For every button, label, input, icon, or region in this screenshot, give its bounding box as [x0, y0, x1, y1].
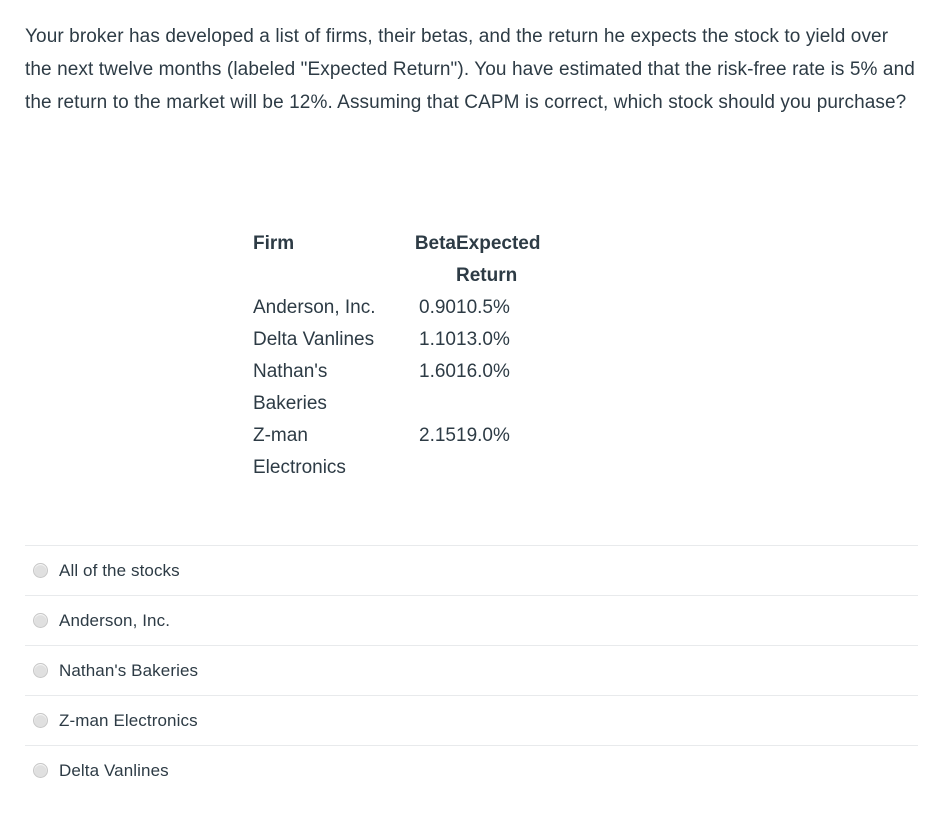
radio-button-icon[interactable]	[33, 713, 48, 728]
answer-option-label: Anderson, Inc.	[59, 610, 171, 630]
answer-options-list: All of the stocks Anderson, Inc. Nathan'…	[25, 545, 918, 795]
radio-button-icon[interactable]	[33, 763, 48, 778]
column-header-beta: Beta	[414, 233, 456, 254]
cell-beta: 0.90	[419, 297, 456, 318]
column-header-expected-return: Expected Return	[456, 228, 576, 292]
table-header-row: Firm Beta Expected Return	[253, 228, 576, 292]
column-header-firm: Firm	[253, 233, 295, 254]
cell-firm: Delta Vanlines	[253, 329, 375, 350]
column-header-expected-return-line1: Expected	[456, 233, 541, 254]
radio-button-icon[interactable]	[33, 613, 48, 628]
answer-option-anderson-inc[interactable]: Anderson, Inc.	[25, 595, 918, 645]
answer-option-z-man-electronics[interactable]: Z-man Electronics	[25, 695, 918, 745]
answer-option-label: Z-man Electronics	[59, 710, 198, 730]
firm-beta-table-wrapper: Firm Beta Expected Return Anderson, Inc.…	[253, 228, 673, 484]
cell-expected-return: 13.0%	[456, 329, 510, 350]
answer-option-label: Nathan's Bakeries	[59, 660, 199, 680]
answer-option-label: Delta Vanlines	[59, 760, 169, 780]
question-block: Your broker has developed a list of firm…	[25, 20, 920, 119]
column-header-expected-return-line2: Return	[456, 265, 518, 286]
table-body: Anderson, Inc. 0.90 10.5% Delta Vanlines…	[253, 292, 576, 484]
cell-expected-return: 10.5%	[456, 297, 510, 318]
answer-option-label: All of the stocks	[59, 560, 180, 580]
cell-beta: 1.10	[419, 329, 456, 350]
radio-button-icon[interactable]	[33, 663, 48, 678]
radio-button-icon[interactable]	[33, 563, 48, 578]
table-row: Delta Vanlines 1.10 13.0%	[253, 324, 576, 356]
cell-expected-return: 16.0%	[456, 361, 510, 382]
cell-firm: Z-man Electronics	[253, 425, 346, 478]
table-row: Anderson, Inc. 0.90 10.5%	[253, 292, 576, 324]
cell-firm: Nathan's Bakeries	[253, 361, 328, 414]
cell-beta: 1.60	[419, 361, 456, 382]
cell-expected-return: 19.0%	[456, 425, 510, 446]
cell-firm: Anderson, Inc.	[253, 297, 376, 318]
cell-beta: 2.15	[419, 425, 456, 446]
answer-option-delta-vanlines[interactable]: Delta Vanlines	[25, 745, 918, 795]
answer-option-nathans-bakeries[interactable]: Nathan's Bakeries	[25, 645, 918, 695]
table-row: Z-man Electronics 2.15 19.0%	[253, 420, 576, 484]
answer-option-all-of-the-stocks[interactable]: All of the stocks	[25, 545, 918, 595]
table-row: Nathan's Bakeries 1.60 16.0%	[253, 356, 576, 420]
question-text: Your broker has developed a list of firm…	[25, 26, 915, 113]
firm-beta-table: Firm Beta Expected Return Anderson, Inc.…	[253, 228, 576, 484]
table-header: Firm Beta Expected Return	[253, 228, 576, 292]
